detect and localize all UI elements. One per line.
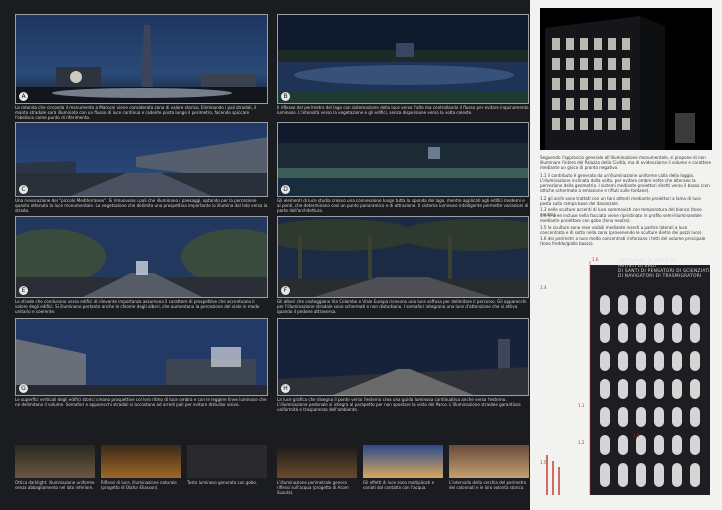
render-panel-c: C [15, 122, 268, 197]
reference-caption-5: Gli effetti di luce sono moltiplicati e … [363, 480, 435, 490]
building-photo-image [545, 16, 695, 150]
lighting-strategy-1-1: 1.1 il contributo è generato da un'illum… [540, 173, 710, 193]
panel-letter-g: G [19, 384, 28, 393]
lighting-strategy-intro: Seguendo l'approccio generale all'illumi… [540, 155, 711, 170]
render-image-g [16, 319, 267, 395]
render-panel-f: F [277, 216, 529, 298]
panel-caption-d: Gli elementi di luce studia creano una c… [277, 198, 529, 213]
elevation-label-1-3: 1.3 [633, 433, 640, 438]
elevation-label-1-4: 1.4 [540, 285, 547, 290]
panel-caption-h: La luce grafica che disegna il ponte ver… [277, 397, 521, 412]
render-image-e [16, 217, 267, 297]
reference-thumb-5 [363, 445, 443, 478]
facade-elevation-drawing [546, 261, 710, 495]
panel-caption-f: Gli alberi che costeggiano Via Colombo e… [277, 299, 527, 314]
reference-caption-2: Riflessi di luce, illuminazione naturale… [101, 480, 177, 490]
lighting-strategy-1-5: 1.5 le sculture sono rese visibili media… [540, 225, 703, 235]
elevation-label-1-1: 1.1 [578, 403, 585, 408]
render-panel-g: G [15, 318, 268, 396]
lighting-strategy-1-2: 1.2 gli archi sono trattati con un toni … [540, 196, 701, 206]
reference-thumb-1 [15, 445, 95, 478]
building-night-photo [540, 8, 712, 150]
elevation-label-1-2: 1.2 [578, 440, 585, 445]
render-image-h [278, 319, 528, 395]
render-panel-d: D [277, 122, 529, 197]
panel-caption-b: Il riflesso del perimetro del lago con s… [277, 105, 529, 115]
reference-caption-6: L'intervallo della cerchia del perimetro… [449, 480, 527, 490]
panel-caption-g: Le superfici verticali degli edifici sto… [15, 397, 267, 407]
facade-elevation: UN POPOLO DI POETI DI ARTISTI DI EROI DI… [538, 255, 712, 500]
panel-letter-e: E [19, 286, 28, 295]
facade-inscription-line-4: DI NAVIGATORI DI TRASMIGRATORI [618, 274, 702, 279]
render-panel-e: E [15, 216, 268, 298]
panel-letter-c: C [19, 185, 28, 194]
render-panel-a: A [15, 14, 268, 104]
render-image-a [16, 15, 267, 103]
panel-caption-e: Le strade che conducono verso edifici di… [15, 299, 260, 314]
panel-letter-b: B [281, 92, 290, 101]
reference-thumb-3 [187, 445, 267, 478]
reference-thumb-6 [449, 445, 529, 478]
render-image-f [278, 217, 528, 297]
render-image-c [16, 123, 267, 196]
reference-caption-4: L'illuminazione perimetrale genera rifle… [277, 480, 349, 495]
presentation-board: A La rotonda che circonda il monumento a… [0, 0, 722, 510]
render-panel-b: B [277, 14, 529, 104]
render-image-d [278, 123, 528, 196]
reference-thumb-4 [277, 445, 357, 478]
render-image-b [278, 15, 528, 103]
reference-caption-3: Testo luminoso generato con gobo. [187, 480, 258, 485]
render-panel-h: H [277, 318, 529, 396]
elevation-label-1-5: 1.5 [540, 460, 547, 465]
reference-caption-1: Ottica darklight: illuminazione uniforme… [15, 480, 95, 490]
elevation-label-1-6: 1.6 [592, 257, 599, 262]
panel-caption-c: Una rievocazione del "piccolo Mediterran… [15, 198, 268, 213]
panel-letter-a: A [19, 92, 28, 101]
panel-letter-h: H [281, 384, 290, 393]
panel-letter-d: D [281, 185, 290, 194]
lighting-strategy-1-6: 1.6 dei perimetri a luce molto concentra… [540, 236, 706, 246]
reference-thumb-2 [101, 445, 181, 478]
lighting-strategy-1-4: 1.4 le aree incluse nella facciata viene… [540, 213, 702, 223]
panel-caption-a: La rotonda che circonda il monumento a M… [15, 105, 257, 120]
panel-letter-f: F [281, 286, 290, 295]
